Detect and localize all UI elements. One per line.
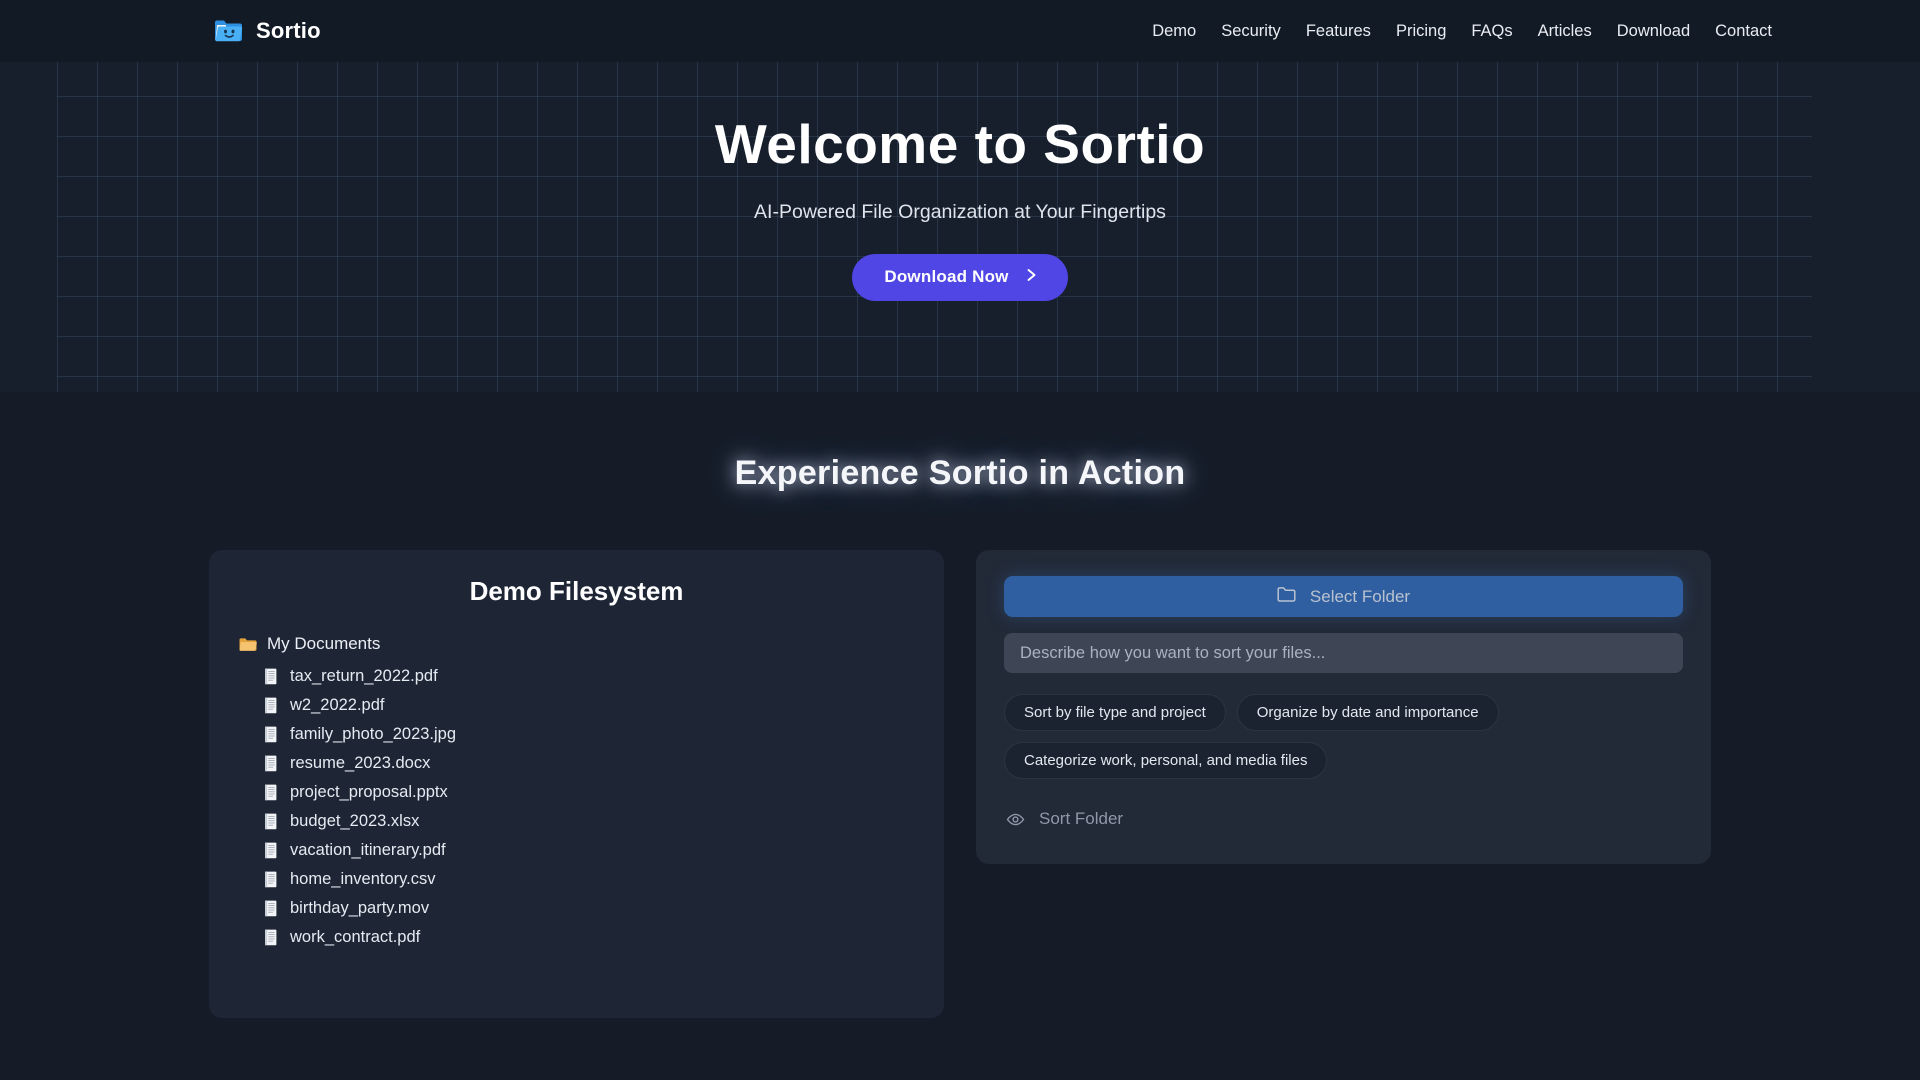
download-now-label: Download Now xyxy=(884,266,1009,286)
file-icon xyxy=(264,755,278,772)
file-icon xyxy=(264,668,278,685)
hero-subtitle: AI-Powered File Organization at Your Fin… xyxy=(754,200,1166,223)
demo-section-title: Experience Sortio in Action xyxy=(734,454,1186,492)
file-icon xyxy=(264,871,278,888)
suggestion-chip-categorize[interactable]: Categorize work, personal, and media fil… xyxy=(1004,742,1328,779)
tree-file-row[interactable]: birthday_party.mov xyxy=(239,894,914,923)
select-folder-label: Select Folder xyxy=(1309,586,1411,606)
download-now-button[interactable]: Download Now xyxy=(852,253,1068,301)
suggestion-chip-date[interactable]: Organize by date and importance xyxy=(1236,694,1499,731)
smiling-folder-logo-icon xyxy=(214,18,244,44)
file-icon xyxy=(264,842,278,859)
suggestion-chip-file-type[interactable]: Sort by file type and project xyxy=(1004,694,1226,731)
folder-icon xyxy=(239,637,257,652)
tree-file-label: project_proposal.pptx xyxy=(290,783,448,801)
file-icon xyxy=(264,697,278,714)
tree-file-label: w2_2022.pdf xyxy=(290,696,385,714)
brand[interactable]: Sortio xyxy=(214,18,321,44)
tree-file-row[interactable]: tax_return_2022.pdf xyxy=(239,662,914,691)
file-icon xyxy=(264,929,278,946)
nav-link-demo[interactable]: Demo xyxy=(1152,22,1196,41)
brand-name: Sortio xyxy=(256,18,321,43)
nav-link-pricing[interactable]: Pricing xyxy=(1396,22,1446,41)
top-navbar: Sortio Demo Security Features Pricing FA… xyxy=(0,0,1920,62)
tree-file-row[interactable]: family_photo_2023.jpg xyxy=(239,720,914,749)
tree-folder-label: My Documents xyxy=(267,634,381,653)
hero-section: Welcome to Sortio AI-Powered File Organi… xyxy=(0,62,1920,392)
demo-filesystem-title: Demo Filesystem xyxy=(469,576,684,606)
tree-file-label: home_inventory.csv xyxy=(290,870,436,888)
select-folder-button[interactable]: Select Folder xyxy=(1004,576,1683,617)
file-icon xyxy=(264,726,278,743)
tree-file-row[interactable]: project_proposal.pptx xyxy=(239,778,914,807)
eye-icon xyxy=(1006,810,1025,829)
suggestion-chips: Sort by file type and project Organize b… xyxy=(1004,694,1604,779)
chevron-right-icon xyxy=(1025,267,1038,287)
folder-outline-icon xyxy=(1277,586,1296,608)
demo-panels: Demo Filesystem My Documents tax_return_… xyxy=(0,550,1920,1018)
tree-file-row[interactable]: work_contract.pdf xyxy=(239,923,914,952)
nav-link-articles[interactable]: Articles xyxy=(1538,22,1592,41)
tree-file-row[interactable]: resume_2023.docx xyxy=(239,749,914,778)
tree-file-label: budget_2023.xlsx xyxy=(290,812,420,830)
nav-link-contact[interactable]: Contact xyxy=(1715,22,1772,41)
nav-link-faqs[interactable]: FAQs xyxy=(1471,22,1512,41)
nav-link-features[interactable]: Features xyxy=(1306,22,1371,41)
sort-folder-label: Sort Folder xyxy=(1039,809,1124,828)
sorter-panel: Select Folder Sort by file type and proj… xyxy=(976,550,1711,864)
demo-filesystem-panel: Demo Filesystem My Documents tax_return_… xyxy=(209,550,944,1018)
tree-file-label: resume_2023.docx xyxy=(290,754,431,772)
nav-link-download[interactable]: Download xyxy=(1617,22,1690,41)
hero-title: Welcome to Sortio xyxy=(714,113,1206,175)
file-tree: My Documents tax_return_2022.pdf w2_2022… xyxy=(239,631,914,952)
tree-file-label: family_photo_2023.jpg xyxy=(290,725,457,743)
tree-file-label: tax_return_2022.pdf xyxy=(290,667,438,685)
file-icon xyxy=(264,813,278,830)
tree-file-row[interactable]: w2_2022.pdf xyxy=(239,691,914,720)
tree-file-label: work_contract.pdf xyxy=(290,928,421,946)
tree-folder-my-documents[interactable]: My Documents xyxy=(239,631,914,657)
tree-file-row[interactable]: home_inventory.csv xyxy=(239,865,914,894)
nav-link-security[interactable]: Security xyxy=(1221,22,1281,41)
tree-file-row[interactable]: budget_2023.xlsx xyxy=(239,807,914,836)
sort-folder-button[interactable]: Sort Folder xyxy=(1004,805,1125,833)
sort-prompt-input[interactable] xyxy=(1004,633,1683,673)
nav-links: Demo Security Features Pricing FAQs Arti… xyxy=(1152,22,1772,41)
tree-file-row[interactable]: vacation_itinerary.pdf xyxy=(239,836,914,865)
file-icon xyxy=(264,784,278,801)
tree-file-label: vacation_itinerary.pdf xyxy=(290,841,446,859)
tree-file-label: birthday_party.mov xyxy=(290,899,430,917)
demo-section: Experience Sortio in Action Demo Filesys… xyxy=(0,392,1920,1018)
file-icon xyxy=(264,900,278,917)
